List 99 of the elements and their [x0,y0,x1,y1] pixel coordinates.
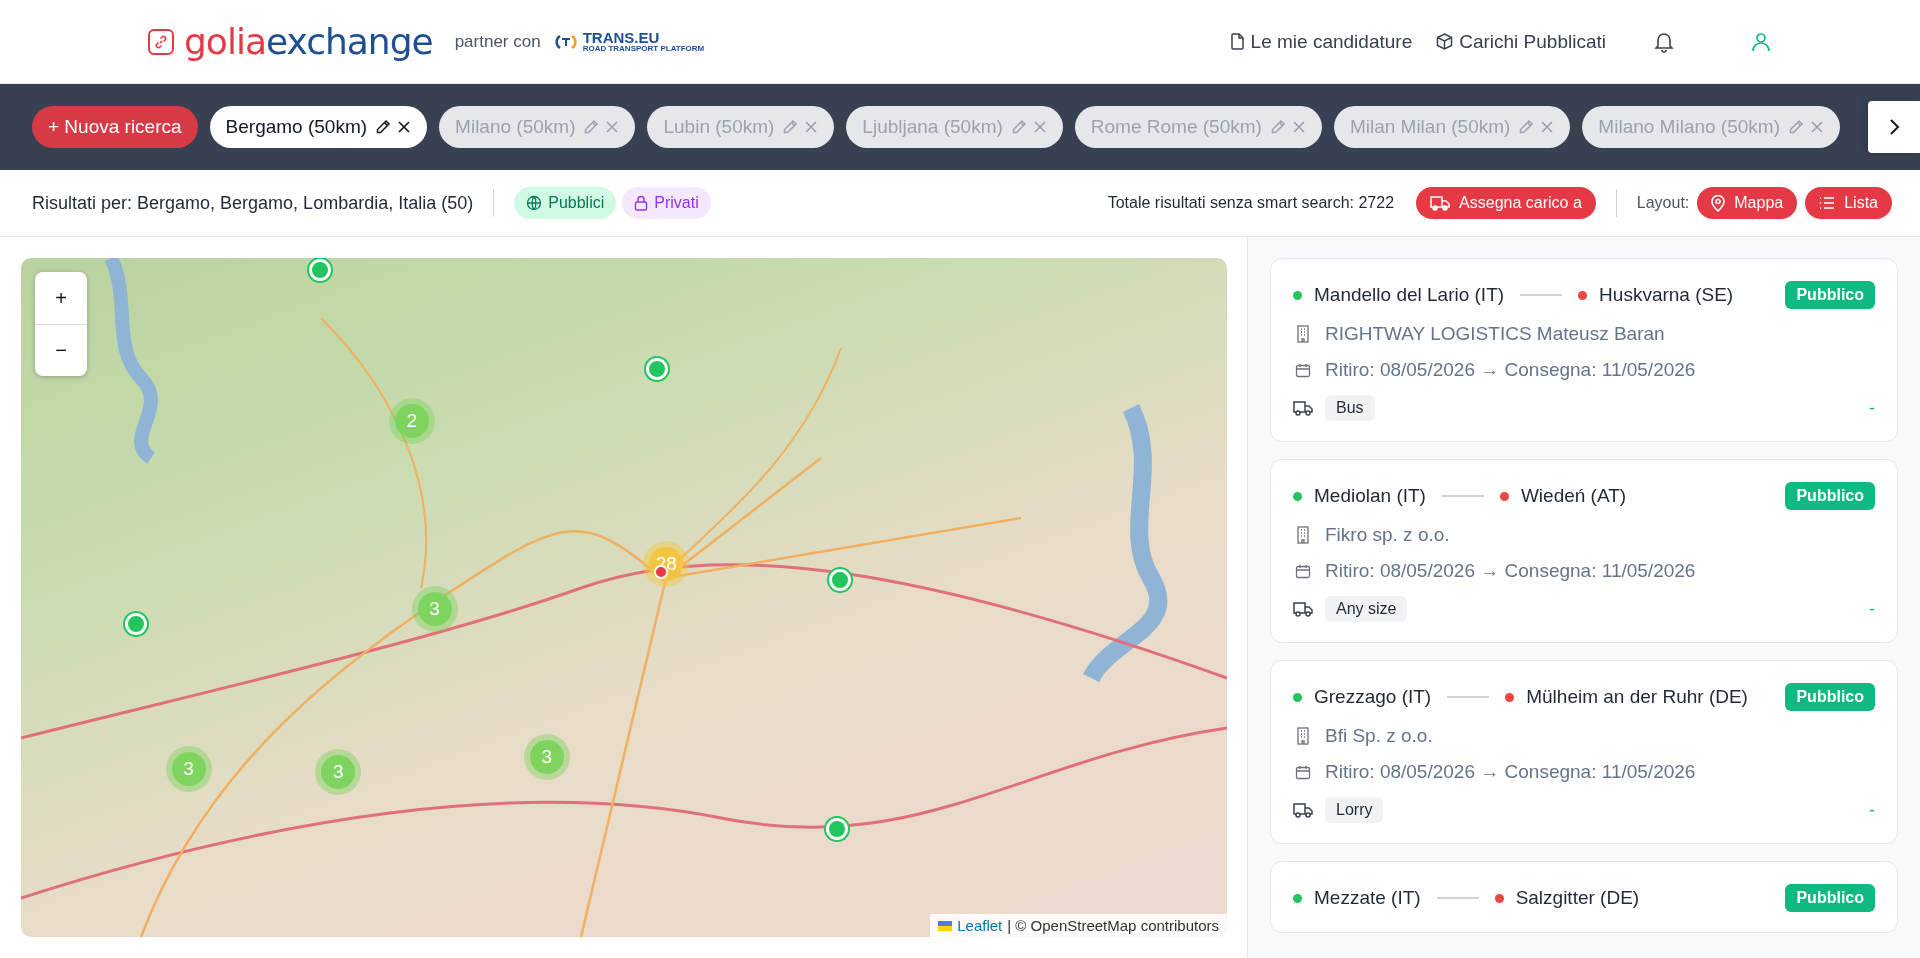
location-marker[interactable] [309,259,332,282]
user-icon[interactable] [1750,30,1772,53]
origin-dot [1293,290,1302,300]
destination-city: Salzgitter (DE) [1515,887,1640,909]
box-icon [1436,33,1454,50]
list-icon [1819,196,1836,210]
calendar-icon [1293,563,1313,579]
destination-dot [1578,290,1588,300]
filter-chip[interactable]: Privati [622,187,711,219]
location-pin-icon [1711,194,1726,212]
company-name: Bfi Sp. z o.o. [1325,725,1433,747]
destination-dot [1499,491,1509,501]
cluster-marker[interactable]: 3 [171,752,206,787]
assign-load-button[interactable]: Assegna carico a [1416,187,1596,219]
tab-label[interactable]: Lubin (50km) [663,116,775,138]
new-search-button[interactable]: + Nuova ricerca [32,106,198,148]
total-results: Totale risultati senza smart search: 2722 [1107,194,1395,212]
search-tab[interactable]: Bergamo (50km) [209,106,428,148]
location-marker[interactable] [124,612,147,635]
tab-label[interactable]: Milano (50km) [455,116,576,138]
next-tabs-button[interactable] [1868,101,1920,153]
pickup-delivery-dates: Ritiro: 08/05/2026 → Consegna: 11/05/2026 [1325,761,1696,783]
link-logo-icon [148,28,174,55]
search-tab[interactable]: Milano Milano (50km) [1582,106,1840,148]
cluster-marker[interactable]: 3 [529,740,564,775]
price-text: - [1869,397,1875,419]
document-icon [1230,33,1245,50]
partner-logo-icon [552,33,579,50]
visibility-badge: Pubblico [1785,281,1875,309]
pickup-delivery-dates: Ritiro: 08/05/2026 → Consegna: 11/05/2026 [1325,560,1696,582]
partner-label: partner con [454,31,541,52]
results-summary: Risultati per: Bergamo, Bergamo, Lombardia, Italia (50) [32,192,474,214]
origin-dot [1293,893,1302,903]
close-icon[interactable] [397,120,412,134]
location-marker[interactable] [645,357,668,380]
destination-city: Wiedeń (AT) [1520,485,1627,507]
search-tab[interactable]: Milan Milan (50km) [1333,106,1571,148]
visibility-badge: Pubblico [1785,884,1875,912]
price-text: - [1869,598,1875,620]
chevron-right-icon [1888,118,1900,136]
lock-icon [634,195,649,211]
zoom-in-button[interactable]: + [35,272,87,324]
origin-dot [1293,491,1302,501]
location-marker[interactable] [828,568,851,591]
origin-city: Mezzate (IT) [1314,887,1421,909]
tab-label[interactable]: Bergamo (50km) [225,116,368,138]
truck-icon [1293,400,1313,416]
layout-label: Layout: [1636,194,1690,212]
search-tab[interactable]: Ljubljana (50km) [846,106,1063,148]
flag-icon [938,920,953,931]
calendar-icon [1293,764,1313,780]
search-tab[interactable]: Milano (50km) [439,106,636,148]
tab-label[interactable]: Milan Milan (50km) [1349,116,1511,138]
vehicle-tag: Any size [1325,596,1408,622]
location-marker[interactable] [826,818,849,841]
partner-tagline: ROAD TRANSPORT PLATFORM [582,45,705,53]
search-tab[interactable]: Rome Rome (50km) [1074,106,1322,148]
logo-text: golia [184,21,266,62]
nav-link[interactable]: Le mie candidature [1230,30,1413,53]
vehicle-tag: Lorry [1325,797,1384,823]
tab-label[interactable]: Rome Rome (50km) [1090,116,1262,138]
origin-city: Mediolan (IT) [1314,485,1426,507]
cluster-marker[interactable]: 3 [321,755,356,789]
truck-icon [1293,601,1313,617]
layout-button[interactable]: Lista [1805,187,1892,219]
company-name: Fikro sp. z o.o. [1325,524,1450,546]
destination-dot [1505,692,1515,702]
logo-text: exchange [265,21,433,62]
visibility-badge: Pubblico [1785,683,1875,711]
pickup-delivery-dates: Ritiro: 08/05/2026 → Consegna: 11/05/2026 [1325,359,1696,381]
truck-icon [1293,802,1313,818]
origin-city: Grezzago (IT) [1314,686,1432,708]
attribution-link[interactable]: Leaflet [938,917,1003,934]
destination-city: Mülheim an der Ruhr (DE) [1526,686,1748,708]
visibility-badge: Pubblico [1785,482,1875,510]
attribution-text: | © OpenStreetMap contributors [1007,917,1219,934]
partner-logo-text: TRANS.EU [582,30,661,45]
cluster-marker[interactable]: 2 [394,403,429,438]
company-name: RIGHTWAY LOGISTICS Mateusz Baran [1325,323,1665,345]
layout-button[interactable]: Mappa [1697,187,1798,219]
cluster-marker[interactable]: 3 [417,592,452,627]
globe-icon [526,195,543,211]
nav-link[interactable]: Carichi Pubblicati [1436,30,1606,53]
calendar-icon [1293,362,1313,378]
origin-dot [1293,692,1302,702]
map-drawing[interactable] [21,258,1227,937]
vehicle-tag: Bus [1325,395,1375,421]
pencil-icon[interactable] [375,119,392,135]
tab-label[interactable]: Milano Milano (50km) [1598,116,1780,138]
search-tab[interactable]: Lubin (50km) [647,106,835,148]
filter-chip[interactable]: Pubblici [514,187,617,219]
bell-icon[interactable] [1654,30,1674,53]
origin-city: Mandello del Lario (IT) [1314,284,1505,306]
destination-city: Huskvarna (SE) [1599,284,1734,306]
price-text: - [1869,799,1875,821]
destination-dot [1494,893,1504,903]
truck-icon [1430,195,1451,211]
zoom-out-button[interactable]: − [35,324,87,376]
tab-label[interactable]: Ljubljana (50km) [862,116,1003,138]
